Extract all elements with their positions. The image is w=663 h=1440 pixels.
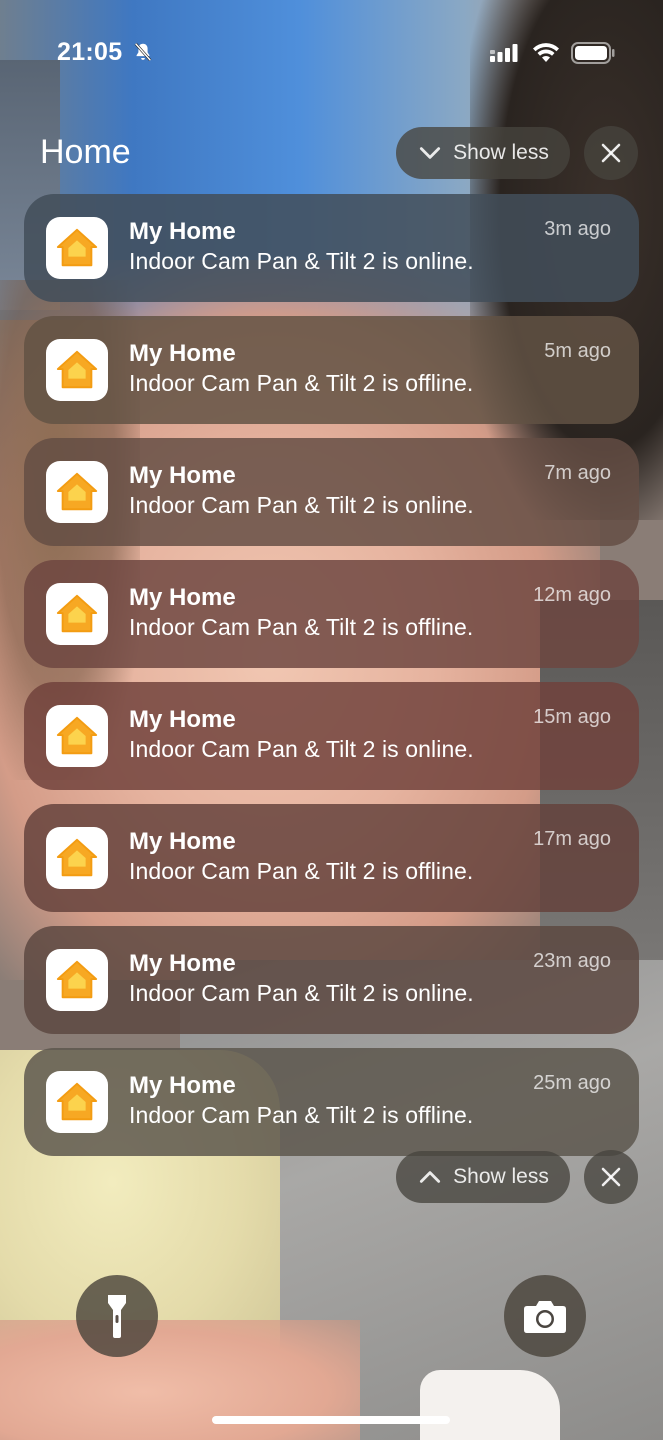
notification-card[interactable]: My Home Indoor Cam Pan & Tilt 2 is onlin…: [24, 194, 639, 302]
status-bar: 21:05: [0, 0, 663, 100]
notification-message: Indoor Cam Pan & Tilt 2 is online.: [129, 736, 474, 762]
bell-slash-icon: [134, 42, 152, 62]
notification-message: Indoor Cam Pan & Tilt 2 is offline.: [129, 1102, 474, 1128]
notification-time: 17m ago: [533, 828, 611, 850]
camera-icon: [524, 1301, 566, 1333]
home-app-icon: [46, 827, 108, 889]
notification-message: Indoor Cam Pan & Tilt 2 is online.: [129, 248, 474, 274]
notification-time: 23m ago: [533, 950, 611, 972]
clear-group-button[interactable]: [584, 126, 638, 180]
notification-message: Indoor Cam Pan & Tilt 2 is online.: [129, 492, 474, 518]
camera-button[interactable]: [504, 1275, 586, 1357]
notification-card[interactable]: My Home Indoor Cam Pan & Tilt 2 is onlin…: [24, 438, 639, 546]
home-app-icon: [46, 705, 108, 767]
notification-time: 15m ago: [533, 706, 611, 728]
notification-app-name: My Home: [129, 462, 236, 489]
notification-message: Indoor Cam Pan & Tilt 2 is offline.: [129, 370, 474, 396]
chevron-down-icon: [420, 147, 441, 159]
home-indicator[interactable]: [212, 1416, 450, 1424]
clear-group-button[interactable]: [584, 1150, 638, 1204]
home-app-icon: [46, 1071, 108, 1133]
flashlight-button[interactable]: [76, 1275, 158, 1357]
notification-time: 7m ago: [544, 462, 611, 484]
notification-message: Indoor Cam Pan & Tilt 2 is offline.: [129, 614, 474, 640]
notification-app-name: My Home: [129, 340, 236, 367]
notification-app-name: My Home: [129, 1072, 236, 1099]
notification-app-name: My Home: [129, 218, 236, 245]
close-icon: [601, 1167, 621, 1187]
chevron-up-icon: [420, 1171, 441, 1183]
notification-app-name: My Home: [129, 706, 236, 733]
notification-card[interactable]: My Home Indoor Cam Pan & Tilt 2 is offli…: [24, 1048, 639, 1156]
notification-card[interactable]: My Home Indoor Cam Pan & Tilt 2 is onlin…: [24, 682, 639, 790]
show-less-button[interactable]: Show less: [396, 127, 570, 179]
notification-app-name: My Home: [129, 950, 236, 977]
cellular-signal-icon: [490, 44, 518, 62]
notification-card[interactable]: My Home Indoor Cam Pan & Tilt 2 is offli…: [24, 560, 639, 668]
notification-app-name: My Home: [129, 584, 236, 611]
notification-list: My Home Indoor Cam Pan & Tilt 2 is onlin…: [24, 194, 639, 1170]
notification-card[interactable]: My Home Indoor Cam Pan & Tilt 2 is onlin…: [24, 926, 639, 1034]
notification-message: Indoor Cam Pan & Tilt 2 is offline.: [129, 858, 474, 884]
notification-card[interactable]: My Home Indoor Cam Pan & Tilt 2 is offli…: [24, 804, 639, 912]
notification-message: Indoor Cam Pan & Tilt 2 is online.: [129, 980, 474, 1006]
flashlight-icon: [108, 1295, 126, 1338]
notification-card[interactable]: My Home Indoor Cam Pan & Tilt 2 is offli…: [24, 316, 639, 424]
home-app-icon: [46, 217, 108, 279]
notification-group-title: Home: [40, 133, 131, 171]
notification-app-name: My Home: [129, 828, 236, 855]
notification-time: 5m ago: [544, 340, 611, 362]
notification-time: 3m ago: [544, 218, 611, 240]
home-app-icon: [46, 583, 108, 645]
wifi-icon: [533, 43, 559, 62]
home-app-icon: [46, 461, 108, 523]
home-app-icon: [46, 949, 108, 1011]
close-icon: [601, 143, 621, 163]
notification-time: 12m ago: [533, 584, 611, 606]
show-less-label: Show less: [453, 1165, 549, 1188]
home-app-icon: [46, 339, 108, 401]
clock: 21:05: [57, 38, 123, 66]
battery-icon: [571, 42, 615, 64]
show-less-label: Show less: [453, 141, 549, 164]
notification-time: 25m ago: [533, 1072, 611, 1094]
show-less-button[interactable]: Show less: [396, 1151, 570, 1203]
